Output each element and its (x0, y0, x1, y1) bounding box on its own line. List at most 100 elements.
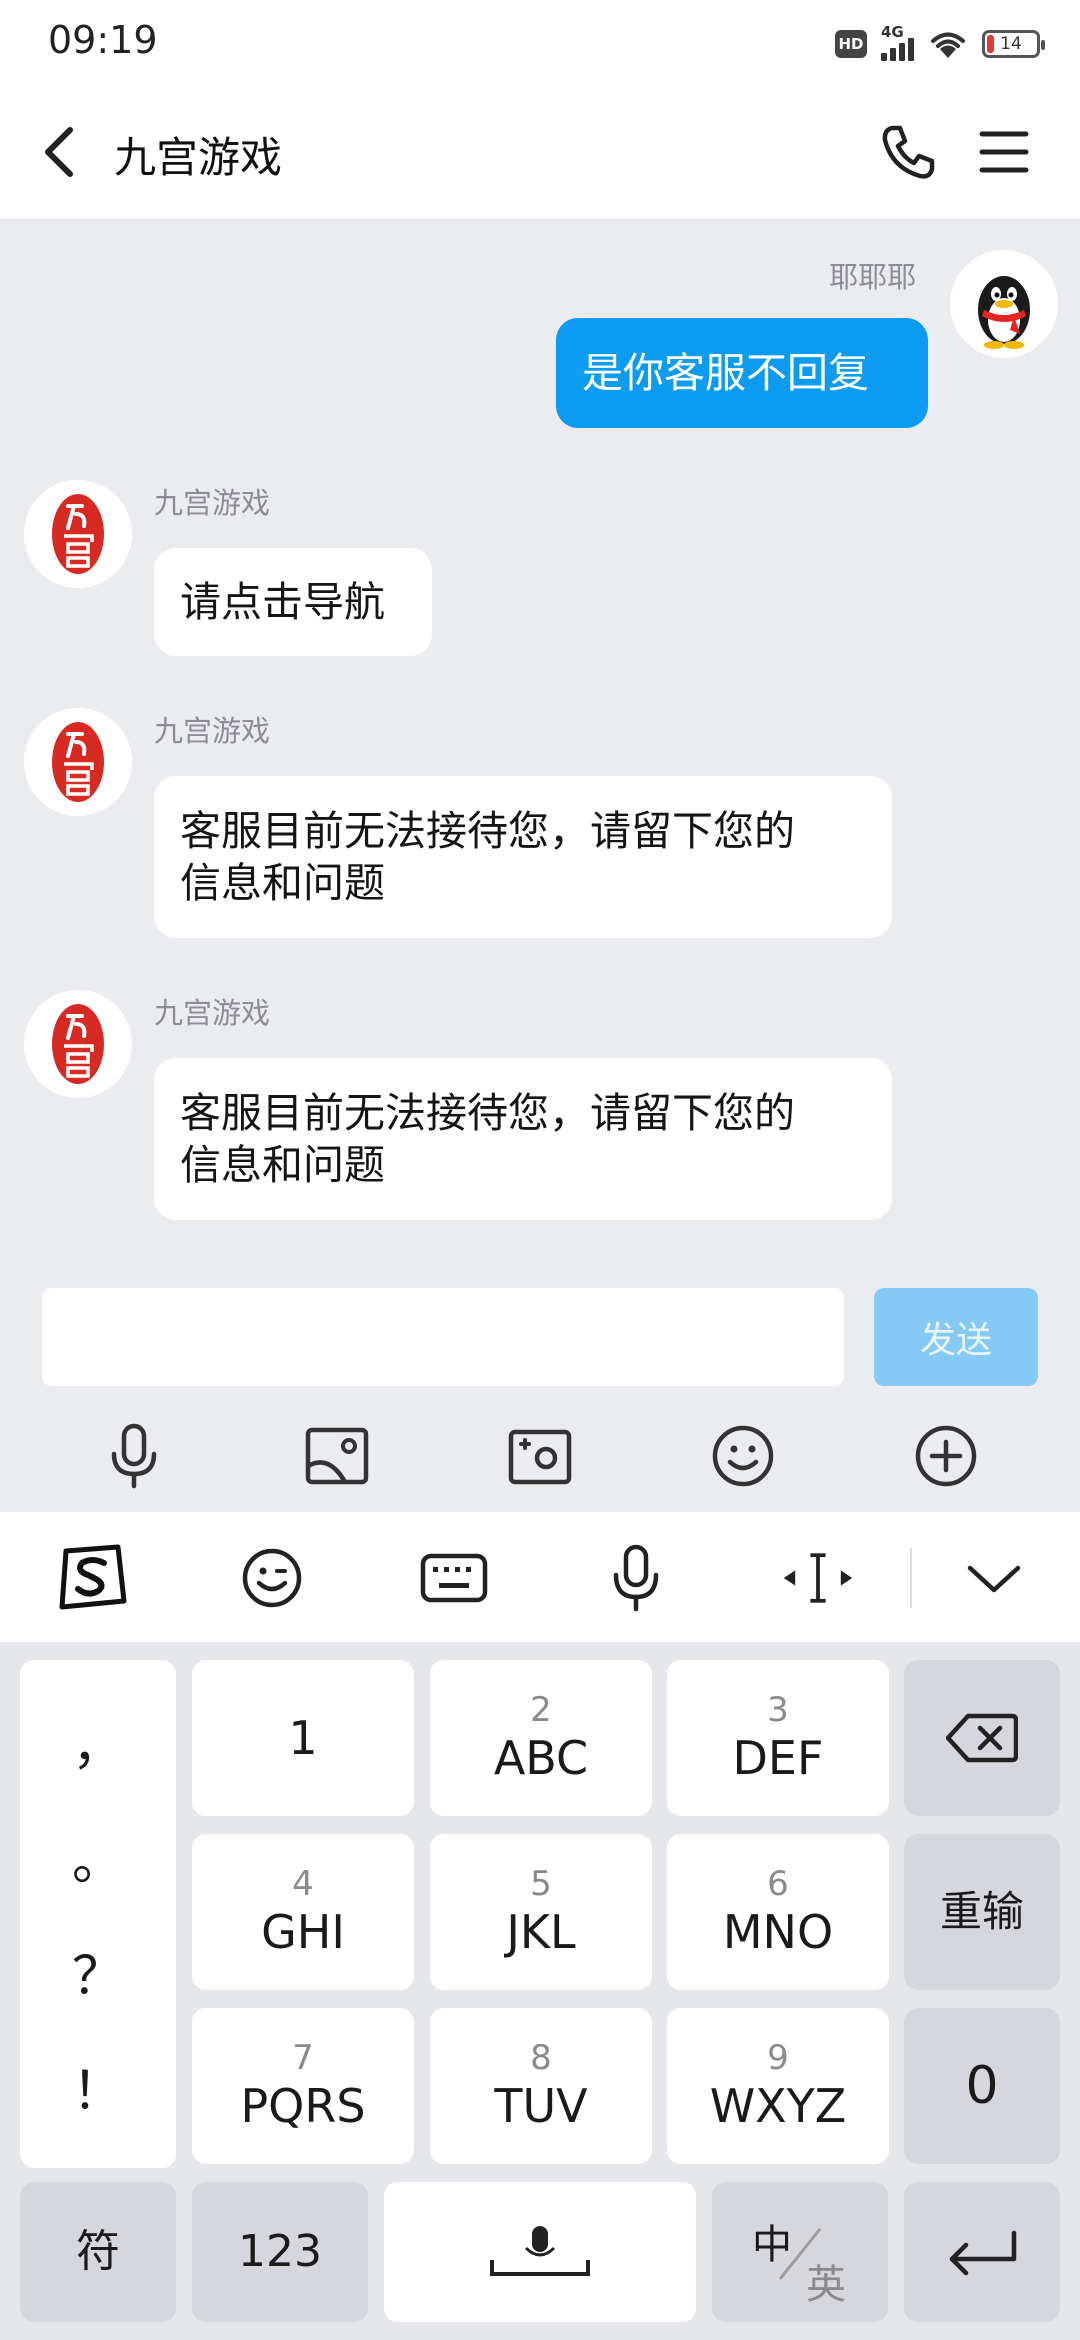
key-letters: TUV (494, 2079, 588, 2133)
numbers-key[interactable]: 123 (192, 2182, 368, 2322)
emoji-icon (712, 1425, 774, 1487)
voice-button[interactable] (98, 1420, 170, 1492)
message-bubble-incoming[interactable]: 客服目前无法接待您，请留下您的 信息和问题 (154, 1058, 892, 1220)
punct-comma[interactable]: ， (72, 1704, 124, 1779)
seal-logo-icon (24, 480, 132, 588)
key-letters: JKL (506, 1905, 576, 1959)
send-button[interactable]: 发送 (874, 1288, 1038, 1386)
key-0[interactable]: 0 (904, 2008, 1060, 2164)
menu-icon (979, 131, 1029, 173)
collapse-keyboard-button[interactable] (956, 1542, 1032, 1614)
keyboard-emoji-button[interactable] (234, 1542, 310, 1614)
punct-period[interactable]: 。 (72, 1819, 124, 1894)
cursor-move-button[interactable] (780, 1542, 856, 1614)
backspace-key[interactable] (904, 1660, 1060, 1816)
key-number: 2 (530, 1690, 552, 1730)
hd-badge: HD (835, 30, 867, 58)
menu-button[interactable] (972, 120, 1036, 184)
chevron-left-icon (45, 127, 73, 177)
sogou-logo-icon (59, 1544, 127, 1610)
more-button[interactable] (910, 1420, 982, 1492)
language-switch-label: 中 英 (740, 2202, 860, 2308)
message-text-line: 信息和问题 (180, 1141, 385, 1189)
network-type: 4G (881, 23, 904, 41)
key-number: 3 (767, 1690, 789, 1730)
gallery-button[interactable] (301, 1420, 373, 1492)
key-label: 重输 (939, 1887, 1024, 1936)
back-button[interactable] (32, 120, 92, 184)
seal-logo-icon (24, 990, 132, 1098)
reenter-key[interactable]: 重输 (904, 1834, 1060, 1990)
key-number: 6 (767, 1864, 789, 1904)
microphone-icon (613, 1544, 659, 1612)
key-7[interactable]: 7 PQRS (192, 2008, 414, 2164)
key-label: 0 (965, 2056, 999, 2116)
language-switch-key[interactable]: 中 英 (712, 2182, 888, 2322)
seal-logo-icon (24, 708, 132, 816)
call-button[interactable] (876, 120, 940, 184)
message-input[interactable] (42, 1288, 844, 1386)
ime-logo-button[interactable] (54, 1542, 130, 1614)
key-number: 7 (292, 2038, 314, 2078)
sender-name: 九宫游戏 (154, 486, 271, 520)
sender-name: 耶耶耶 (828, 260, 916, 294)
status-bar: 09:19 HD 4G 14 (0, 0, 1080, 84)
penguin-avatar-icon (978, 276, 1030, 349)
status-icons: HD 4G 14 (835, 22, 1045, 66)
key-9[interactable]: 9 WXYZ (667, 2008, 889, 2164)
avatar[interactable] (24, 708, 132, 816)
microphone-icon (111, 1423, 156, 1489)
key-4[interactable]: 4 GHI (192, 1834, 414, 1990)
avatar[interactable] (24, 480, 132, 588)
key-letters: ABC (493, 1731, 589, 1785)
keyboard-layout-button[interactable] (416, 1542, 492, 1614)
key-letters: DEF (732, 1731, 824, 1785)
chat-toolbar (0, 1400, 1080, 1512)
key-5[interactable]: 5 JKL (430, 1834, 652, 1990)
key-label: 123 (238, 2226, 322, 2277)
key-letters: 1 (288, 1711, 318, 1765)
keyboard: ， 。 ？ ！ 1 2 ABC 3 DEF 4 GHI 5 JKL 6 MNO … (0, 1642, 1080, 2340)
message-bubble-incoming[interactable]: 请点击导航 (154, 548, 432, 656)
sender-name: 九宫游戏 (154, 996, 271, 1030)
avatar[interactable] (950, 250, 1058, 358)
emoji-button[interactable] (707, 1420, 779, 1492)
key-label: 符 (76, 2226, 120, 2277)
message-bubble-outgoing[interactable]: 是你客服不回复 (556, 318, 928, 428)
key-number: 4 (292, 1864, 314, 1904)
punct-exclaim[interactable]: ！ (72, 2049, 124, 2124)
avatar[interactable] (24, 990, 132, 1098)
keyboard-voice-button[interactable] (598, 1542, 674, 1614)
key-letters: MNO (722, 1905, 834, 1959)
enter-key[interactable] (904, 2182, 1060, 2322)
message-composer: 发送 (0, 1260, 1080, 1400)
punctuation-column[interactable]: ， 。 ？ ！ (20, 1660, 176, 2168)
image-icon (305, 1427, 369, 1485)
battery-level: 14 (1000, 34, 1022, 54)
key-8[interactable]: 8 TUV (430, 2008, 652, 2164)
symbols-key[interactable]: 符 (20, 2182, 176, 2322)
chat-header: 九宫游戏 (0, 84, 1080, 220)
key-6[interactable]: 6 MNO (667, 1834, 889, 1990)
key-letters: GHI (261, 1905, 345, 1959)
chat-title: 九宫游戏 (114, 133, 283, 182)
space-key[interactable] (384, 2182, 696, 2322)
key-2[interactable]: 2 ABC (430, 1660, 652, 1816)
key-number: 5 (530, 1864, 552, 1904)
enter-icon (949, 2230, 1017, 2276)
camera-button[interactable] (504, 1420, 576, 1492)
emoji-icon (242, 1548, 302, 1608)
message-text-line: 客服目前无法接待您，请留下您的 (180, 807, 795, 855)
plus-icon (916, 1425, 977, 1487)
keyboard-toolbar (0, 1512, 1080, 1642)
key-3[interactable]: 3 DEF (667, 1660, 889, 1816)
collapse-icon (967, 1565, 1021, 1593)
message-bubble-incoming[interactable]: 客服目前无法接待您，请留下您的 信息和问题 (154, 776, 892, 938)
signal-icon: 4G (881, 23, 914, 61)
punct-question[interactable]: ？ (72, 1934, 124, 2009)
keyboard-icon (420, 1553, 488, 1603)
phone-icon (882, 125, 935, 179)
message-list: 耶耶耶 是你客服不回复 九宫游戏 请点击导航 九宫游戏 客服目前无法接待您，请留… (0, 220, 1080, 1400)
key-1[interactable]: 1 (192, 1660, 414, 1816)
divider (910, 1548, 912, 1608)
